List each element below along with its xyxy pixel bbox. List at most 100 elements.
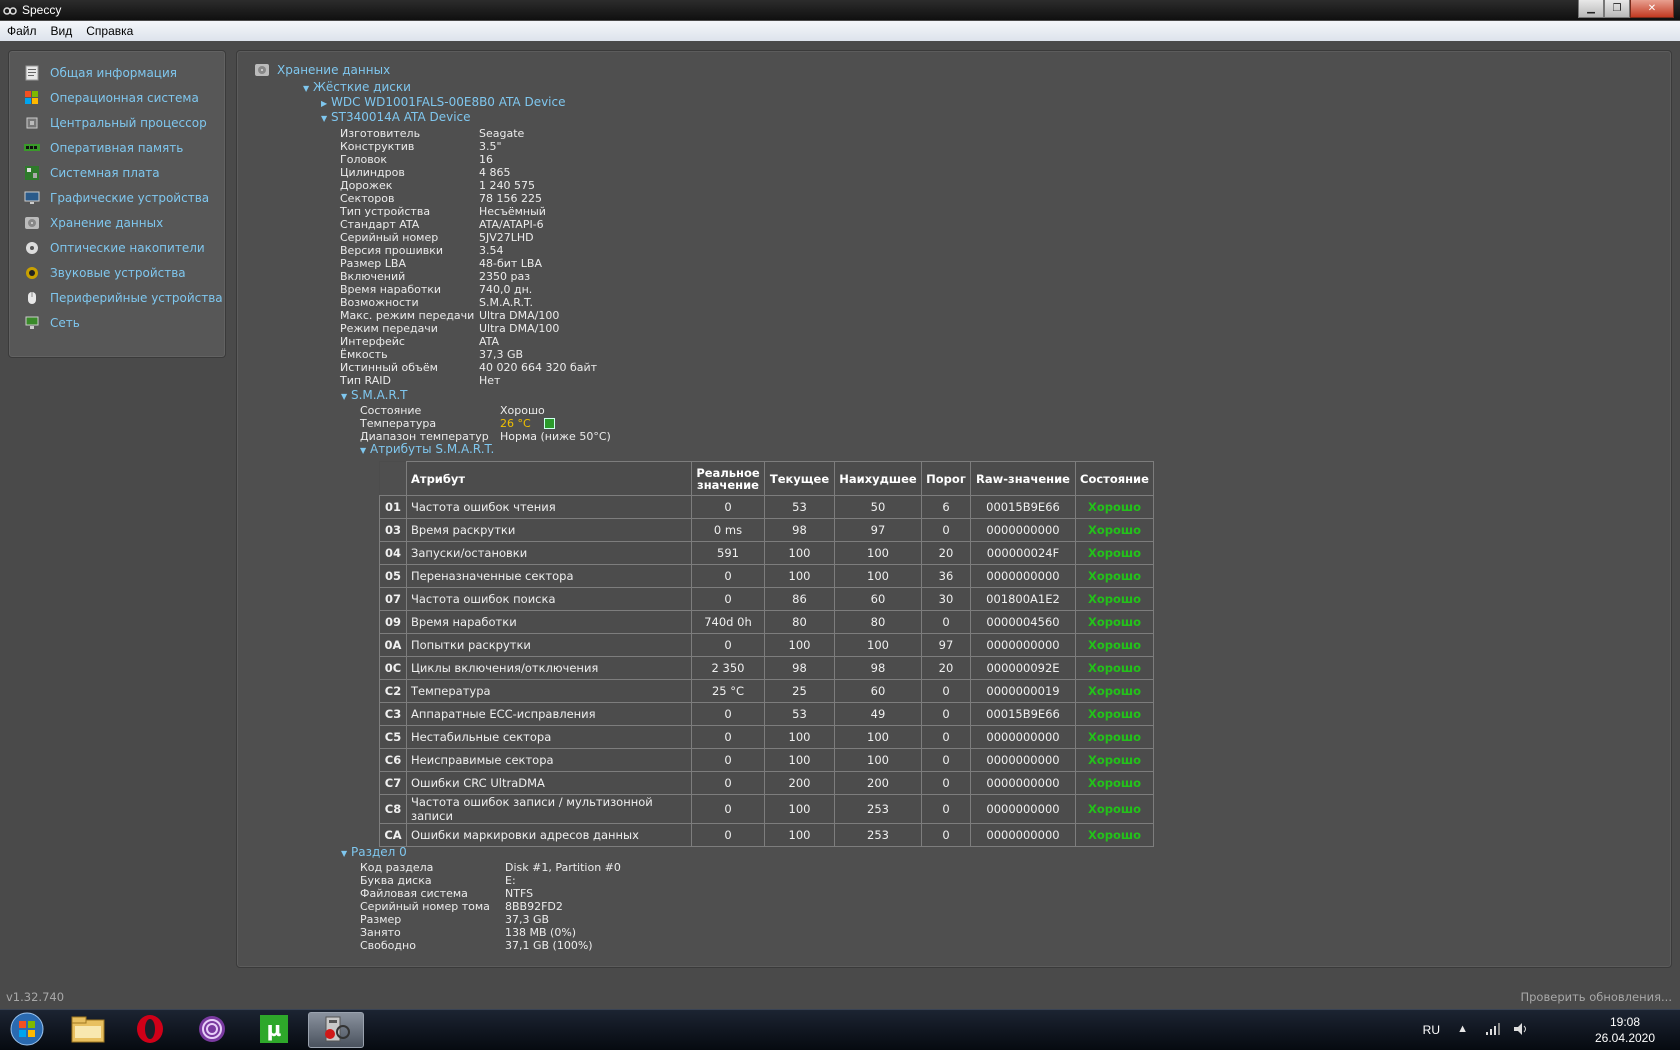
smart-attributes-table: Атрибут Реальное значение Текущее Наихуд… — [379, 461, 1154, 847]
taskbar-tor[interactable] — [186, 1012, 238, 1048]
threshold-value: 97 — [921, 633, 971, 657]
attr-status: Хорошо — [1075, 564, 1154, 588]
close-button[interactable]: ✕ — [1630, 0, 1674, 18]
prop-key: Головок — [340, 153, 388, 166]
prop-value: 138 MB (0%) — [505, 926, 577, 939]
prop-value: 40 020 664 320 байт — [479, 361, 598, 374]
real-value: 0 — [691, 633, 765, 657]
real-value: 0 — [691, 587, 765, 611]
tree-node-disk1[interactable]: ▶ WDC WD1001FALS-00E8B0 ATA Device — [321, 96, 566, 109]
attr-id: C7 — [379, 771, 407, 795]
prop-value: 16 — [479, 153, 493, 166]
sidebar-item-network[interactable]: Сеть — [9, 310, 225, 335]
attr-status: Хорошо — [1075, 794, 1154, 824]
raw-value: 0000000000 — [970, 748, 1076, 772]
network-signal-icon[interactable] — [1486, 1023, 1500, 1038]
maximize-button[interactable]: ❐ — [1604, 0, 1630, 18]
property-row: Стандарт ATA ATA/ATAPI-6 — [340, 218, 740, 231]
tree-node-smart[interactable]: ▼ S.M.A.R.T — [341, 389, 407, 402]
start-button[interactable] — [4, 1011, 50, 1049]
optical-disc-icon — [24, 240, 40, 256]
taskbar-utorrent[interactable]: µ — [248, 1012, 300, 1048]
attr-id: C2 — [379, 679, 407, 703]
minimize-button[interactable]: ▁ — [1578, 0, 1604, 18]
title-bar: Speccy ▁ ❐ ✕ — [0, 0, 1680, 20]
prop-value: Seagate — [479, 127, 525, 140]
windows-start-icon — [10, 1012, 44, 1049]
raw-value: 0000000000 — [970, 633, 1076, 657]
sidebar-item-os[interactable]: Операционная система — [9, 85, 225, 110]
language-indicator[interactable]: RU — [1423, 1023, 1440, 1037]
property-row: Размер LBA 48-бит LBA — [340, 257, 740, 270]
volume-icon[interactable] — [1514, 1023, 1528, 1038]
sidebar-item-ram[interactable]: Оперативная память — [9, 135, 225, 160]
sidebar-item-cpu[interactable]: Центральный процессор — [9, 110, 225, 135]
attr-name: Неисправимые сектора — [406, 748, 692, 772]
sidebar-item-motherboard[interactable]: Системная плата — [9, 160, 225, 185]
cpu-icon — [24, 115, 40, 131]
smart-temp-row: Температура 26 °C — [360, 417, 760, 430]
prop-key: Занято — [360, 926, 401, 939]
explorer-icon — [71, 1015, 105, 1046]
property-row: Тип устройства Несъёмный — [340, 205, 740, 218]
attr-id: 05 — [379, 564, 407, 588]
threshold-value: 0 — [921, 771, 971, 795]
col-attribute: Атрибут — [406, 461, 692, 496]
attr-id: 04 — [379, 541, 407, 565]
raw-value: 0000000019 — [970, 679, 1076, 703]
attr-status: Хорошо — [1075, 610, 1154, 634]
attr-name: Частота ошибок поиска — [406, 587, 692, 611]
sidebar-item-audio[interactable]: Звуковые устройства — [9, 260, 225, 285]
attr-name: Нестабильные сектора — [406, 725, 692, 749]
tree-node-partition[interactable]: ▼ Раздел 0 — [341, 846, 407, 859]
clock[interactable]: 19:08 26.04.2020 — [1590, 1014, 1660, 1046]
summary-icon — [24, 65, 40, 81]
prop-value: Disk #1, Partition #0 — [505, 861, 621, 874]
taskbar-speccy[interactable] — [308, 1012, 364, 1048]
current-value: 100 — [764, 794, 835, 824]
sidebar-item-graphics[interactable]: Графические устройства — [9, 185, 225, 210]
worst-value: 98 — [834, 656, 922, 680]
attr-status: Хорошо — [1075, 518, 1154, 542]
current-value: 100 — [764, 633, 835, 657]
real-value: 591 — [691, 541, 765, 565]
col-current: Текущее — [764, 461, 835, 496]
worst-value: 200 — [834, 771, 922, 795]
sidebar-item-summary[interactable]: Общая информация — [9, 60, 225, 85]
prop-key: Размер LBA — [340, 257, 406, 270]
check-updates-link[interactable]: Проверить обновления... — [1520, 990, 1672, 1004]
sidebar-item-storage[interactable]: Хранение данных — [9, 210, 225, 235]
table-row: 0A Попытки раскрутки 0 100 100 97 0000000000 Хо… — [379, 633, 1154, 657]
tree-node-hdd[interactable]: ▼ Жёсткие диски — [303, 81, 411, 94]
col-real-value: Реальное значение — [691, 461, 765, 496]
svg-text:µ: µ — [267, 1017, 282, 1041]
attr-id: C3 — [379, 702, 407, 726]
menu-help[interactable]: Справка — [79, 24, 140, 38]
show-hidden-icons-icon[interactable]: ▲ — [1457, 1023, 1468, 1035]
menu-view[interactable]: Вид — [44, 24, 80, 38]
property-row: Интерфейс ATA — [340, 335, 740, 348]
status-bar: v1.32.740 Проверить обновления... — [0, 990, 1680, 1008]
prop-value: 2350 раз — [479, 270, 531, 283]
prop-key: Серийный номер — [340, 231, 439, 244]
tree-node-disk2[interactable]: ▼ ST340014A ATA Device — [321, 111, 471, 124]
current-value: 80 — [764, 610, 835, 634]
attr-id: 07 — [379, 587, 407, 611]
monitor-icon — [24, 190, 40, 206]
worst-value: 100 — [834, 633, 922, 657]
menu-file[interactable]: Файл — [0, 24, 44, 38]
sidebar-item-optical[interactable]: Оптические накопители — [9, 235, 225, 260]
tree-node-smart-attrs[interactable]: ▼ Атрибуты S.M.A.R.T. — [360, 443, 494, 456]
system-tray: RU ▲ 19:08 26.04.2020 — [1380, 1010, 1680, 1050]
smart-table-body: 01 Частота ошибок чтения 0 53 50 6 00015B9E66 Х… — [379, 495, 1154, 847]
clock-date: 26.04.2020 — [1594, 1031, 1656, 1045]
table-row: C6 Неисправимые сектора 0 100 100 0 0000000000… — [379, 748, 1154, 772]
sidebar-item-peripherals[interactable]: Периферийные устройства — [9, 285, 225, 310]
taskbar-opera[interactable] — [124, 1012, 176, 1048]
col-status: Состояние — [1075, 461, 1154, 496]
taskbar-explorer[interactable] — [62, 1012, 114, 1048]
col-raw: Raw-значение — [970, 461, 1076, 496]
sidebar-item-label: Общая информация — [50, 65, 177, 80]
property-row: Истинный объём 40 020 664 320 байт — [340, 361, 740, 374]
table-row: 09 Время наработки 740d 0h 80 80 0 0000004560 Х… — [379, 610, 1154, 634]
